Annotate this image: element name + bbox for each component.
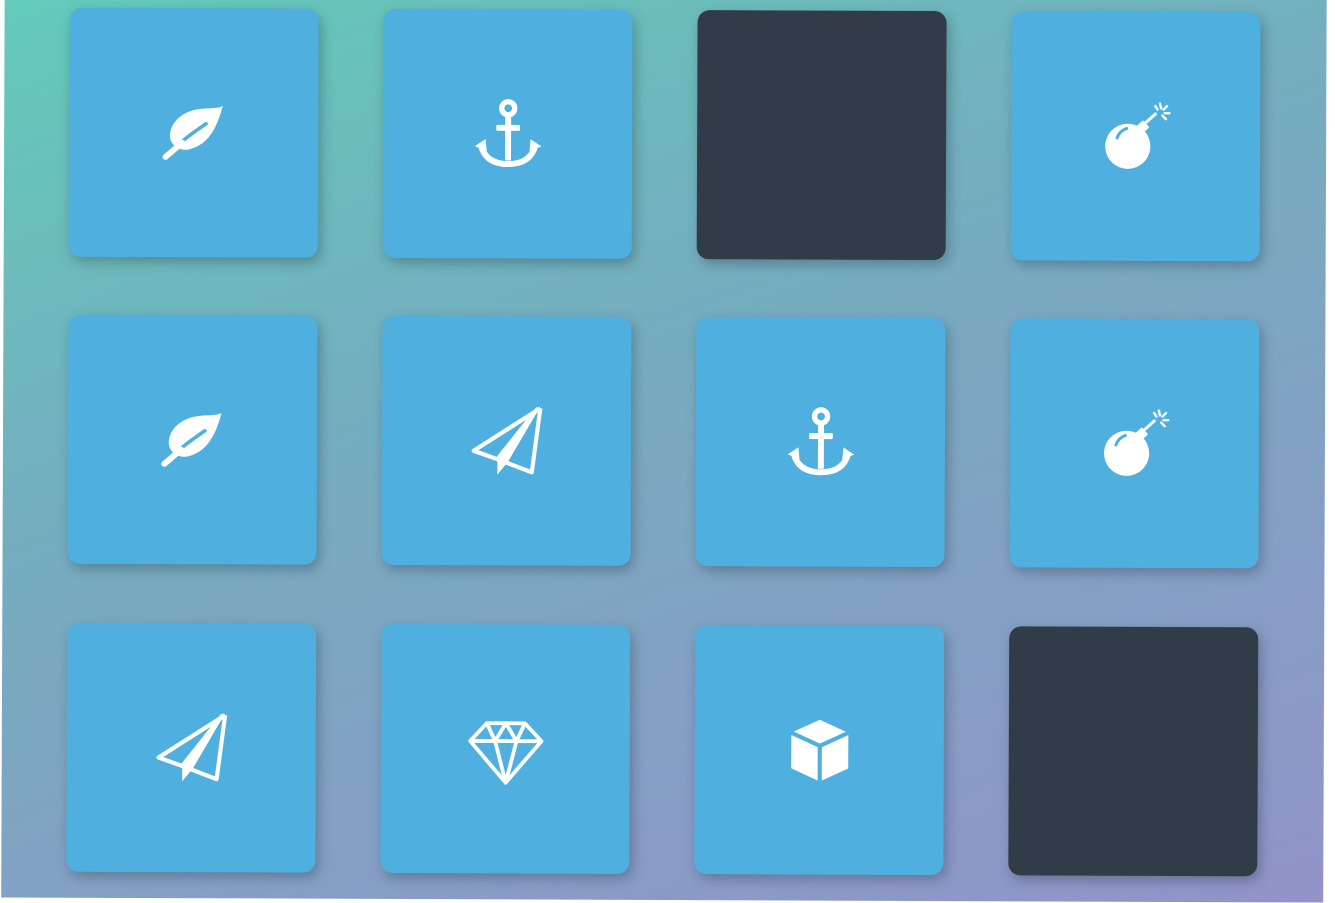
cube-icon bbox=[781, 712, 857, 788]
paper-plane-icon bbox=[468, 403, 544, 479]
card-r3-c4[interactable] bbox=[1008, 626, 1259, 877]
game-board bbox=[1, 0, 1327, 903]
card-r2-c4[interactable] bbox=[1009, 318, 1260, 569]
anchor-icon bbox=[782, 404, 858, 480]
card-r2-c1[interactable] bbox=[67, 314, 318, 565]
card-r3-c3[interactable] bbox=[694, 625, 945, 876]
card-r2-c3[interactable] bbox=[695, 317, 946, 568]
card-r1-c1[interactable] bbox=[68, 7, 319, 258]
card-r1-c2[interactable] bbox=[382, 8, 633, 259]
leaf-icon bbox=[155, 95, 231, 171]
card-r2-c2[interactable] bbox=[381, 315, 632, 566]
card-r1-c3[interactable] bbox=[696, 10, 947, 261]
anchor-icon bbox=[469, 96, 545, 172]
diamond-icon bbox=[467, 711, 543, 787]
card-r3-c1[interactable] bbox=[66, 622, 317, 873]
bomb-icon bbox=[1097, 98, 1173, 174]
leaf-icon bbox=[154, 402, 230, 478]
bomb-icon bbox=[1096, 405, 1172, 481]
paper-plane-icon bbox=[153, 710, 229, 786]
card-r1-c4[interactable] bbox=[1010, 11, 1261, 262]
card-r3-c2[interactable] bbox=[380, 623, 631, 874]
